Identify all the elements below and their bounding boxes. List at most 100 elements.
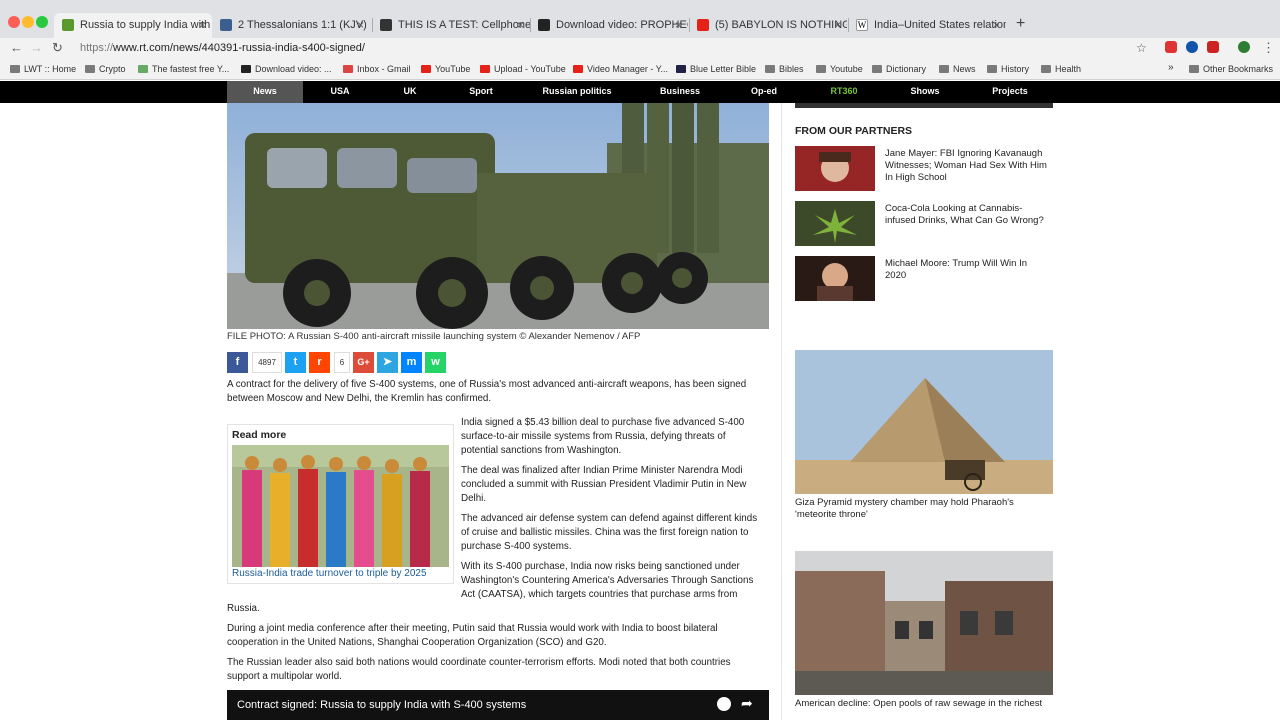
nav-business[interactable]: Business [652, 81, 708, 103]
folder-icon [987, 65, 997, 73]
bookmark-item[interactable]: Blue Letter Bible [676, 64, 756, 74]
share-arrow-icon[interactable]: ➦ [741, 695, 753, 712]
video-player-bar[interactable]: Contract signed: Russia to supply India … [227, 690, 769, 720]
site-favicon-icon [380, 19, 392, 31]
partner-link[interactable]: Jane Mayer: FBI Ignoring Kavanaugh Witne… [885, 148, 1050, 184]
url-text: www.rt.com/news/440391-russia-india-s400… [113, 42, 365, 54]
tab-title: India–United States relations [874, 19, 1006, 31]
close-tab-icon[interactable]: × [199, 18, 206, 32]
article-paragraph: The deal was finalized after Indian Prim… [461, 465, 747, 504]
partner-thumbnail[interactable] [795, 146, 875, 191]
bookmarks-overflow-chevron[interactable]: » [1168, 62, 1174, 73]
bookmark-star-icon[interactable]: ☆ [1136, 41, 1147, 55]
bookmark-item[interactable]: News [939, 64, 976, 74]
bookmark-item[interactable]: Youtube [816, 64, 863, 74]
read-more-title: Read more [232, 429, 287, 441]
bookmark-item[interactable]: Health [1041, 64, 1081, 74]
decline-story-image[interactable] [795, 551, 1053, 695]
video-title: Contract signed: Russia to supply India … [237, 699, 527, 711]
bookmark-item[interactable]: Download video: ... [241, 64, 332, 74]
bookmark-item[interactable]: Video Manager - Y... [573, 64, 668, 74]
nav-projects[interactable]: Projects [984, 81, 1036, 103]
nav-op-ed[interactable]: Op-ed [742, 81, 786, 103]
nav-uk[interactable]: UK [389, 81, 431, 103]
article-paragraph-tail: Russia. [227, 603, 260, 614]
bookmark-item[interactable]: Upload - YouTube [480, 64, 566, 74]
read-more-box[interactable]: Read more Russia-India trade turnover to… [227, 424, 454, 584]
partner-thumbnail[interactable] [795, 256, 875, 301]
menu-kebab-icon[interactable]: ⋮ [1262, 40, 1275, 56]
bookmark-item[interactable]: Inbox - Gmail [343, 64, 411, 74]
browser-tab[interactable]: Download video: PROPHECY × [530, 13, 688, 38]
pyramid-story-headline[interactable]: Giza Pyramid mystery chamber may hold Ph… [795, 497, 1053, 521]
youtube-icon [573, 65, 583, 73]
tab-title: THIS IS A TEST: Cellphones Ar [398, 19, 530, 31]
partners-title: FROM OUR PARTNERS [795, 125, 913, 137]
browser-tab[interactable]: 2 Thessalonians 1:1 (KJV) - Pa × [212, 13, 370, 38]
browser-tab[interactable]: W India–United States relations × [848, 13, 1006, 38]
browser-tab[interactable]: Russia to supply India with 5 S × [54, 13, 212, 38]
forward-arrow-icon[interactable]: → [30, 40, 43, 55]
other-bookmarks[interactable]: Other Bookmarks [1189, 64, 1273, 74]
nav-shows[interactable]: Shows [900, 81, 950, 103]
extension-red-icon[interactable] [1207, 41, 1219, 53]
back-arrow-icon[interactable]: ← [10, 40, 23, 55]
messenger-share-button[interactable]: m [401, 352, 422, 373]
read-more-image[interactable] [232, 445, 449, 567]
tab-title: 2 Thessalonians 1:1 (KJV) - Pa [238, 19, 370, 31]
sidebar-top-strip [795, 103, 1053, 108]
bookmark-item[interactable]: The fastest free Y... [138, 64, 229, 74]
bookmark-item[interactable]: Dictionary [872, 64, 926, 74]
google-plus-share-button[interactable]: G+ [353, 352, 374, 373]
reddit-share-count: 6 [334, 352, 350, 373]
article-intro: A contract for the delivery of five S-40… [227, 379, 747, 404]
twitter-share-button[interactable]: t [285, 352, 306, 373]
bookmark-item[interactable]: Crypto [85, 64, 126, 74]
new-tab-button[interactable]: + [1016, 15, 1025, 33]
close-tab-icon[interactable]: × [834, 18, 841, 32]
url-prefix: https:// [80, 42, 114, 54]
bible-favicon-icon [220, 19, 232, 31]
whatsapp-share-button[interactable]: w [425, 352, 446, 373]
bookmark-item[interactable]: LWT :: Home [10, 64, 76, 74]
reload-icon[interactable]: ↻ [52, 40, 63, 56]
close-tab-icon[interactable]: × [357, 18, 364, 32]
close-window-icon[interactable] [8, 16, 20, 28]
youtube-favicon-icon [697, 19, 709, 31]
profile-avatar-icon[interactable] [1238, 41, 1250, 53]
folder-icon [1041, 65, 1051, 73]
browser-tab-bar: Russia to supply India with 5 S × 2 Thes… [0, 0, 1280, 38]
close-tab-icon[interactable]: × [675, 18, 682, 32]
partner-thumbnail[interactable] [795, 201, 875, 246]
partner-link[interactable]: Michael Moore: Trump Will Win In 2020 [885, 258, 1050, 282]
decline-story-headline[interactable]: American decline: Open pools of raw sewa… [795, 698, 1053, 710]
close-tab-icon[interactable]: × [517, 18, 524, 32]
reddit-share-button[interactable]: r [309, 352, 330, 373]
telegram-share-button[interactable]: ➤ [377, 352, 398, 373]
bookmark-item[interactable]: Bibles [765, 64, 804, 74]
extension-grammarly-icon[interactable] [1186, 41, 1198, 53]
nav-usa[interactable]: USA [315, 81, 365, 103]
url-field[interactable]: https://www.rt.com/news/440391-russia-in… [80, 42, 365, 54]
maximize-window-icon[interactable] [36, 16, 48, 28]
nav-rt360[interactable]: RT360 [822, 81, 866, 103]
extension-adblock-icon[interactable] [1165, 41, 1177, 53]
browser-tab[interactable]: THIS IS A TEST: Cellphones Ar × [372, 13, 530, 38]
gmail-icon [343, 65, 353, 73]
nav-sport[interactable]: Sport [456, 81, 506, 103]
photo-caption: FILE PHOTO: A Russian S-400 anti-aircraf… [227, 331, 641, 342]
watch-later-icon[interactable] [717, 697, 731, 711]
close-tab-icon[interactable]: × [993, 18, 1000, 32]
browser-tab[interactable]: (5) BABYLON IS NOTHING BU × [689, 13, 847, 38]
download-icon [138, 65, 148, 73]
bookmark-item[interactable]: History [987, 64, 1029, 74]
folder-icon [765, 65, 775, 73]
nav-news[interactable]: News [227, 81, 303, 103]
facebook-share-button[interactable]: f [227, 352, 248, 373]
partner-link[interactable]: Coca-Cola Looking at Cannabis-infused Dr… [885, 203, 1050, 227]
bookmark-item[interactable]: YouTube [421, 64, 470, 74]
pyramid-story-image[interactable] [795, 350, 1053, 494]
read-more-link[interactable]: Russia-India trade turnover to triple by… [232, 568, 427, 579]
nav-russian-politics[interactable]: Russian politics [538, 81, 616, 103]
minimize-window-icon[interactable] [22, 16, 34, 28]
